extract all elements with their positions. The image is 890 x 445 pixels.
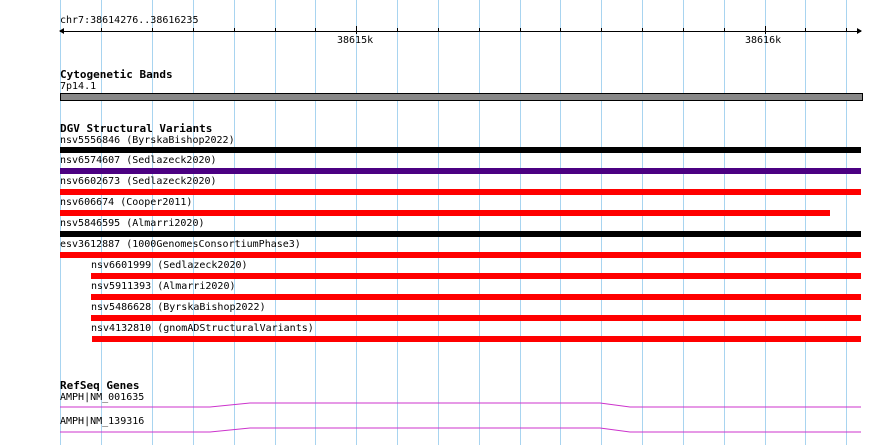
- feature-bar[interactable]: [91, 294, 861, 300]
- genome-browser-view: chr7:38614276..38616235 38615k 38616k Cy…: [0, 0, 890, 445]
- gridline: [275, 0, 276, 445]
- feature-bar[interactable]: [91, 315, 861, 321]
- gene-intron-line[interactable]: [60, 425, 861, 435]
- arrow-right-icon: [857, 28, 862, 34]
- gridline: [438, 0, 439, 445]
- ruler-tick: [642, 28, 643, 32]
- ruler-line: [60, 31, 861, 32]
- feature-bar[interactable]: [60, 168, 861, 174]
- ruler-tick: [724, 28, 725, 32]
- gridline: [805, 0, 806, 445]
- feature-bar[interactable]: [60, 147, 861, 153]
- ruler-tick-label: 38615k: [337, 35, 374, 46]
- ruler-tick: [438, 28, 439, 32]
- feature-bar[interactable]: [92, 336, 861, 342]
- feature-label[interactable]: nsv5486628 (ByrskaBishop2022): [91, 302, 266, 314]
- feature-label[interactable]: nsv5846595 (Almarri2020): [60, 218, 205, 230]
- ruler-tick: [152, 28, 153, 32]
- ruler-tick: [805, 28, 806, 32]
- gridline: [765, 0, 766, 445]
- ruler-tick-label: 38616k: [745, 35, 782, 46]
- ruler-tick: [275, 28, 276, 32]
- ruler-tick: [101, 28, 102, 32]
- gridline: [479, 0, 480, 445]
- ruler-tick: [234, 28, 235, 32]
- gridline: [356, 0, 357, 445]
- gridline: [683, 0, 684, 445]
- ruler-tick: [683, 28, 684, 32]
- ruler-tick: [479, 28, 480, 32]
- feature-label[interactable]: nsv5911393 (Almarri2020): [91, 281, 236, 293]
- ruler-tick: [193, 28, 194, 32]
- feature-label[interactable]: nsv4132810 (gnomADStructuralVariants): [91, 323, 314, 335]
- ruler-major-tick: [765, 26, 766, 34]
- feature-label[interactable]: nsv6574607 (Sedlazeck2020): [60, 155, 217, 167]
- gridline: [397, 0, 398, 445]
- gridline: [315, 0, 316, 445]
- feature-label[interactable]: nsv6602673 (Sedlazeck2020): [60, 176, 217, 188]
- track-title[interactable]: DGV Structural Variants: [60, 122, 212, 135]
- feature-label[interactable]: nsv6601999 (Sedlazeck2020): [91, 260, 248, 272]
- gene-intron-line[interactable]: [60, 400, 861, 410]
- ruler-tick: [520, 28, 521, 32]
- feature-label[interactable]: esv3612887 (1000GenomesConsortiumPhase3): [60, 239, 301, 251]
- track-title[interactable]: Cytogenetic Bands: [60, 68, 173, 81]
- ruler-tick: [601, 28, 602, 32]
- ruler-tick: [315, 28, 316, 32]
- ruler-tick: [560, 28, 561, 32]
- track-title[interactable]: RefSeq Genes: [60, 379, 139, 392]
- gridline: [520, 0, 521, 445]
- ideogram-band[interactable]: [60, 93, 863, 101]
- feature-bar[interactable]: [60, 252, 861, 258]
- gridline: [234, 0, 235, 445]
- feature-label[interactable]: nsv606674 (Cooper2011): [60, 197, 192, 209]
- feature-bar[interactable]: [60, 231, 861, 237]
- band-label: 7p14.1: [60, 81, 97, 92]
- gridline: [846, 0, 847, 445]
- gridline: [560, 0, 561, 445]
- ruler-major-tick: [356, 26, 357, 34]
- feature-bar[interactable]: [60, 210, 830, 216]
- gridline: [642, 0, 643, 445]
- gridline: [601, 0, 602, 445]
- feature-bar[interactable]: [60, 189, 861, 195]
- ruler-tick: [397, 28, 398, 32]
- feature-bar[interactable]: [91, 273, 861, 279]
- feature-label[interactable]: nsv5556846 (ByrskaBishop2022): [60, 135, 235, 147]
- gridline: [724, 0, 725, 445]
- ruler-location-label: chr7:38614276..38616235: [60, 15, 199, 26]
- arrow-left-icon: [59, 28, 64, 34]
- ruler-tick: [846, 28, 847, 32]
